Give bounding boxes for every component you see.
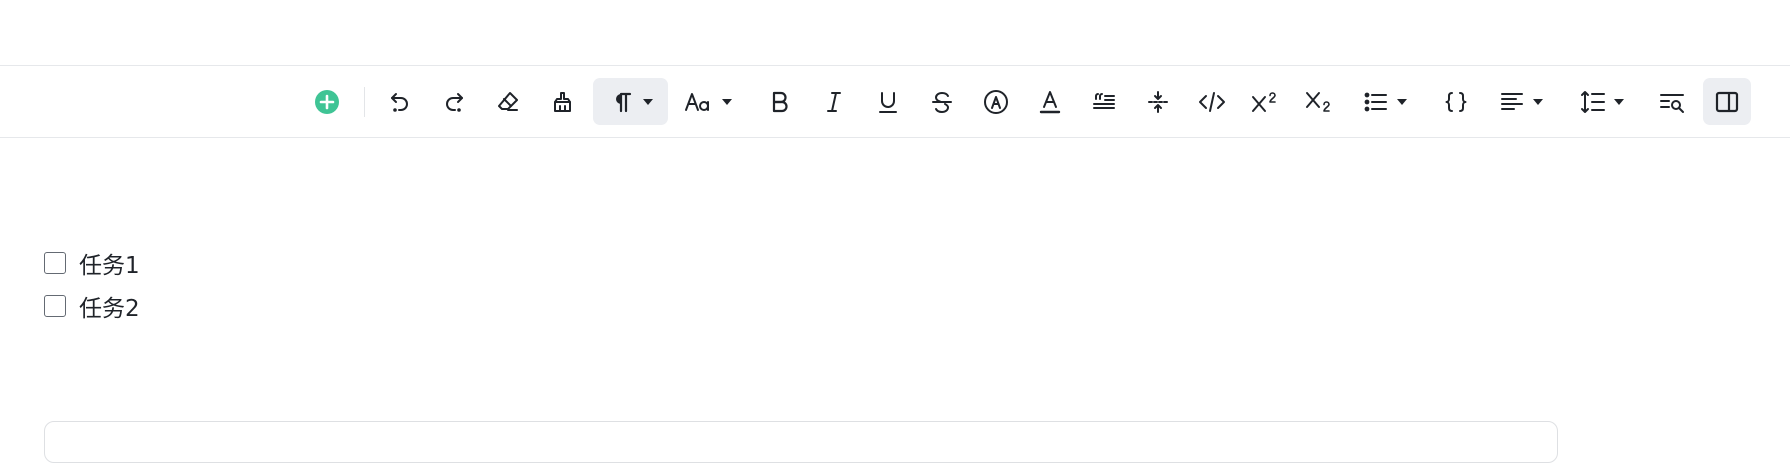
underline-button[interactable] — [868, 78, 908, 125]
highlight-icon — [984, 89, 1008, 114]
paragraph-icon — [615, 92, 631, 112]
format-painter-icon — [554, 91, 571, 112]
subscript-icon — [1306, 91, 1330, 112]
underline-icon — [879, 91, 897, 113]
redo-button[interactable] — [434, 78, 474, 125]
chevron-down-icon — [1397, 98, 1407, 105]
italic-button[interactable] — [814, 78, 854, 125]
strikethrough-icon — [932, 91, 952, 113]
task-checkbox[interactable] — [44, 295, 66, 317]
code-block-button[interactable] — [1436, 78, 1476, 125]
task-checkbox[interactable] — [44, 252, 66, 274]
toolbar-divider — [364, 87, 365, 117]
eraser-icon — [498, 91, 518, 111]
undo-icon — [391, 92, 408, 112]
collapse-icon — [1148, 90, 1168, 113]
braces-icon — [1445, 91, 1467, 112]
chevron-down-icon — [1614, 98, 1624, 105]
quote-button[interactable] — [1084, 78, 1124, 125]
italic-icon — [827, 91, 841, 112]
collapse-button[interactable] — [1138, 78, 1178, 125]
bullet-list-icon — [1364, 92, 1387, 111]
task-label[interactable]: 任务2 — [79, 289, 140, 323]
strikethrough-button[interactable] — [922, 78, 962, 125]
font-color-icon — [1039, 90, 1061, 113]
subscript-button[interactable] — [1300, 78, 1340, 125]
inline-code-button[interactable] — [1192, 78, 1232, 125]
align-dropdown[interactable] — [1492, 78, 1550, 125]
editor-header — [0, 0, 1790, 66]
bold-button[interactable] — [760, 78, 800, 125]
chevron-down-icon — [1533, 98, 1543, 105]
font-size-dropdown[interactable] — [676, 78, 740, 125]
insert-block-button[interactable] — [311, 78, 343, 125]
sidebar-toggle-icon — [1715, 91, 1739, 112]
paragraph-style-dropdown[interactable] — [593, 78, 668, 125]
quote-icon — [1093, 92, 1115, 109]
undo-button[interactable] — [380, 78, 420, 125]
chevron-down-icon — [642, 98, 653, 105]
editor-toolbar — [0, 66, 1790, 138]
task-label[interactable]: 任务1 — [79, 246, 140, 280]
superscript-icon — [1252, 91, 1276, 112]
find-replace-icon — [1660, 93, 1684, 113]
bold-icon — [772, 91, 788, 112]
line-height-dropdown[interactable] — [1573, 78, 1631, 125]
align-left-icon — [1501, 92, 1523, 110]
highlight-button[interactable] — [976, 78, 1016, 125]
editor-content[interactable]: 任务1 任务2 — [0, 138, 1790, 435]
chevron-down-icon — [722, 98, 732, 105]
list-dropdown[interactable] — [1356, 78, 1414, 125]
code-icon — [1199, 91, 1225, 112]
font-color-button[interactable] — [1030, 78, 1070, 125]
plus-circle-icon — [315, 89, 339, 114]
side-panel-toggle[interactable] — [1703, 78, 1751, 125]
superscript-button[interactable] — [1246, 78, 1286, 125]
line-height-icon — [1581, 90, 1605, 113]
content-card — [44, 421, 1558, 463]
clear-format-button[interactable] — [488, 78, 528, 125]
font-size-icon — [685, 92, 709, 111]
task-item: 任务1 — [44, 246, 140, 280]
task-item: 任务2 — [44, 289, 140, 323]
find-replace-button[interactable] — [1652, 78, 1692, 125]
format-painter-button[interactable] — [542, 78, 582, 125]
redo-icon — [446, 92, 463, 112]
